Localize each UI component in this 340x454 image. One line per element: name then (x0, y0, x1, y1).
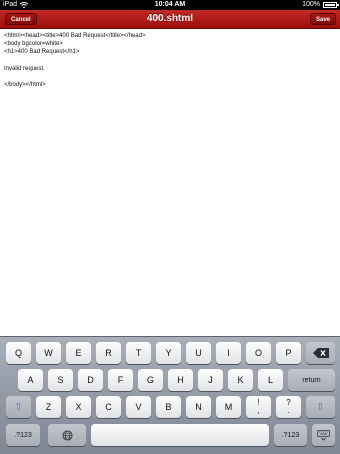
key-m[interactable]: M (216, 396, 241, 418)
shift-icon: ⇧ (316, 401, 325, 413)
key-r[interactable]: R (96, 342, 121, 364)
key-f[interactable]: F (108, 369, 133, 391)
key-z[interactable]: Z (36, 396, 61, 418)
key-x[interactable]: X (66, 396, 91, 418)
key-e[interactable]: E (66, 342, 91, 364)
key-n[interactable]: N (186, 396, 211, 418)
editor-content[interactable]: <html><head><title>400 Bad Request</titl… (4, 32, 334, 89)
punct-bottom: . (287, 406, 290, 415)
key-d[interactable]: D (78, 369, 103, 391)
globe-icon (61, 429, 73, 441)
key-exclaim-comma[interactable]: ! , (246, 396, 271, 418)
return-key[interactable]: return (288, 369, 335, 391)
key-j[interactable]: J (198, 369, 223, 391)
keyboard-dismiss-icon (317, 429, 330, 441)
battery-icon (323, 2, 339, 8)
key-question-period[interactable]: ? . (276, 396, 301, 418)
key-y[interactable]: Y (156, 342, 181, 364)
globe-key[interactable] (48, 424, 86, 446)
key-g[interactable]: G (138, 369, 163, 391)
onscreen-keyboard: Q W E R T Y U I O P A S D F G H J K L re… (0, 336, 340, 454)
text-editor[interactable]: <html><head><title>400 Bad Request</titl… (0, 29, 340, 336)
key-c[interactable]: C (96, 396, 121, 418)
shift-key-right[interactable]: ⇧ (306, 396, 335, 418)
key-t[interactable]: T (126, 342, 151, 364)
key-w[interactable]: W (36, 342, 61, 364)
key-v[interactable]: V (126, 396, 151, 418)
page-title: 400.shtml (146, 13, 194, 24)
key-q[interactable]: Q (6, 342, 31, 364)
key-u[interactable]: U (186, 342, 211, 364)
key-a[interactable]: A (18, 369, 43, 391)
key-p[interactable]: P (276, 342, 301, 364)
key-i[interactable]: I (216, 342, 241, 364)
shift-key-left[interactable]: ⇧ (6, 396, 31, 418)
punct-bottom: , (257, 406, 260, 415)
keyboard-dismiss-key[interactable] (312, 424, 335, 446)
space-bar[interactable] (91, 424, 269, 446)
key-h[interactable]: H (168, 369, 193, 391)
cancel-button[interactable]: Cancel (5, 13, 37, 25)
save-button[interactable]: Save (309, 13, 336, 25)
shift-icon: ⇧ (14, 401, 23, 413)
key-o[interactable]: O (246, 342, 271, 364)
key-b[interactable]: B (156, 396, 181, 418)
key-s[interactable]: S (48, 369, 73, 391)
battery-percent: 100% (302, 1, 320, 8)
key-k[interactable]: K (228, 369, 253, 391)
nav-bar: 400.shtml Cancel Save (0, 10, 340, 29)
backspace-key[interactable] (306, 342, 335, 364)
key-l[interactable]: L (258, 369, 283, 391)
backspace-icon (312, 348, 329, 358)
status-bar: iPad 10:04 AM 100% (0, 0, 340, 10)
numbers-key-left[interactable]: .?123 (6, 424, 40, 446)
numbers-key-right[interactable]: .?123 (274, 424, 307, 446)
clock: 10:04 AM (154, 1, 186, 8)
